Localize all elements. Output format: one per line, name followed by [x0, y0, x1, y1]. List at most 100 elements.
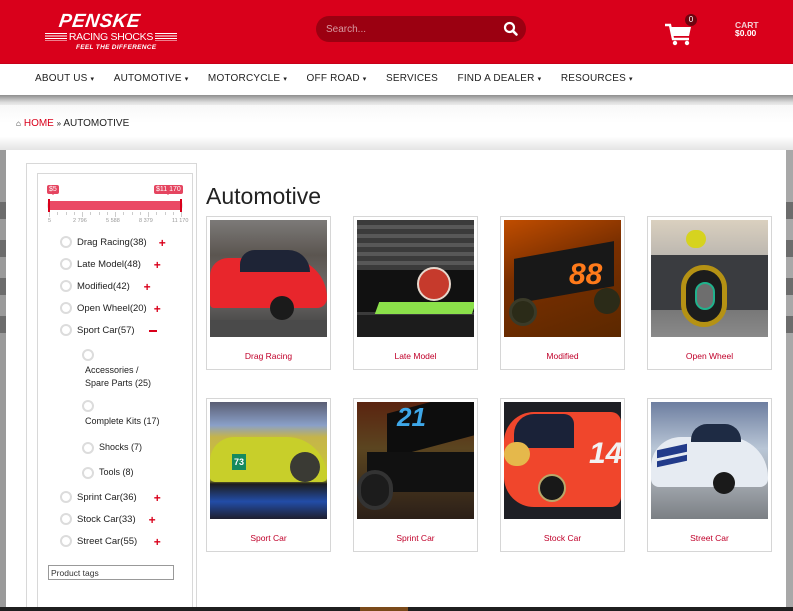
slider-tick — [90, 212, 92, 215]
expand-plus-icon[interactable]: + — [154, 259, 161, 271]
penske-logo[interactable]: PENSKE RACING SHOCKS FEEL THE DIFFERENCE — [42, 11, 182, 53]
slider-tick — [181, 212, 182, 217]
page-title: Automotive — [206, 183, 322, 209]
collapse-minus-icon[interactable] — [148, 330, 157, 332]
breadcrumb-bar: ⌂ HOME » AUTOMOTIVE — [0, 105, 793, 150]
category-count: (33) — [118, 514, 136, 525]
nav-item-off-road[interactable]: OFF ROAD ▾ — [307, 73, 367, 84]
subcategory-item[interactable]: Accessories / — [85, 365, 139, 375]
expand-plus-icon[interactable]: + — [154, 492, 161, 504]
category-item[interactable]: Sport Car(57) — [77, 325, 135, 336]
product-image[interactable] — [357, 220, 474, 337]
nav-item-services[interactable]: SERVICES — [386, 73, 438, 84]
subcategory-radio[interactable] — [82, 349, 94, 361]
product-image[interactable] — [651, 402, 768, 519]
subcategory-item[interactable]: Shocks (7) — [99, 442, 142, 452]
expand-plus-icon[interactable]: + — [149, 514, 156, 526]
site-header: PENSKE RACING SHOCKS FEEL THE DIFFERENCE… — [0, 0, 793, 63]
product-image[interactable]: 14 — [504, 402, 621, 519]
slider-tick — [82, 212, 83, 217]
category-radio[interactable] — [60, 491, 72, 503]
product-image[interactable] — [210, 220, 327, 337]
product-card-sprint-car[interactable]: 21 Sprint Car — [353, 398, 478, 552]
nav-item-label: ABOUT US — [35, 73, 88, 84]
product-card-stock-car[interactable]: 14 Stock Car — [500, 398, 625, 552]
product-card-sport-car[interactable]: 73 Sport Car — [206, 398, 331, 552]
slider-tick — [115, 212, 116, 217]
breadcrumb: ⌂ HOME » AUTOMOTIVE — [16, 118, 129, 129]
nav-item-find-a-dealer[interactable]: FIND A DEALER ▾ — [458, 73, 542, 84]
nav-item-resources[interactable]: RESOURCES ▾ — [561, 73, 633, 84]
category-item[interactable]: Street Car(55) — [77, 536, 137, 547]
category-item[interactable]: Sprint Car(36) — [77, 492, 137, 503]
category-count: (38) — [129, 237, 147, 248]
breadcrumb-current: AUTOMOTIVE — [63, 118, 130, 129]
caret-down-icon: ▾ — [537, 76, 542, 83]
product-name-link[interactable]: Street Car — [648, 533, 771, 543]
slider-tick-label: 11 170 — [172, 218, 189, 224]
product-tags-input[interactable] — [48, 565, 174, 580]
product-card-late-model[interactable]: Late Model — [353, 216, 478, 370]
slider-tick — [73, 212, 75, 215]
category-radio[interactable] — [60, 324, 72, 336]
expand-plus-icon[interactable]: + — [144, 281, 151, 293]
slider-tick — [57, 212, 59, 215]
cart-summary[interactable]: CART $0.00 — [735, 21, 759, 38]
price-slider-max-handle[interactable] — [180, 199, 182, 212]
product-name-link[interactable]: Stock Car — [501, 533, 624, 543]
price-slider-fill — [49, 201, 181, 210]
category-label: Stock Car — [77, 514, 119, 525]
search-bar — [316, 16, 526, 42]
slider-tick — [49, 212, 50, 217]
subcategory-radio[interactable] — [82, 400, 94, 412]
subcategory-item[interactable]: Complete Kits (17) — [85, 416, 160, 426]
product-card-street-car[interactable]: Street Car — [647, 398, 772, 552]
category-radio[interactable] — [60, 535, 72, 547]
product-name-link[interactable]: Open Wheel — [648, 351, 771, 361]
product-name-link[interactable]: Modified — [501, 351, 624, 361]
product-name-link[interactable]: Drag Racing — [207, 351, 330, 361]
category-radio[interactable] — [60, 280, 72, 292]
expand-plus-icon[interactable]: + — [159, 237, 166, 249]
category-item[interactable]: Stock Car(33) — [77, 514, 136, 525]
category-label: Modified — [77, 281, 113, 292]
product-card-open-wheel[interactable]: Open Wheel — [647, 216, 772, 370]
category-item[interactable]: Modified(42) — [77, 281, 130, 292]
nav-item-label: RESOURCES — [560, 73, 626, 84]
product-name-link[interactable]: Sprint Car — [354, 533, 477, 543]
expand-plus-icon[interactable]: + — [154, 303, 161, 315]
nav-item-about-us[interactable]: ABOUT US ▾ — [35, 73, 94, 84]
nav-item-automotive[interactable]: AUTOMOTIVE ▾ — [114, 73, 189, 84]
category-item[interactable]: Open Wheel(20) — [77, 303, 147, 314]
slider-tick — [172, 212, 174, 215]
nav-item-motorcycle[interactable]: MOTORCYCLE ▾ — [208, 73, 287, 84]
slider-tick-label: 8 379 — [139, 218, 153, 224]
slider-tick — [106, 212, 108, 215]
category-radio[interactable] — [60, 302, 72, 314]
category-radio[interactable] — [60, 258, 72, 270]
subcategory-radio[interactable] — [82, 442, 94, 454]
search-input[interactable] — [326, 20, 496, 38]
product-name-link[interactable]: Sport Car — [207, 533, 330, 543]
subcategory-radio[interactable] — [82, 467, 94, 479]
product-image[interactable]: 21 — [357, 402, 474, 519]
price-slider-min-handle[interactable] — [48, 199, 50, 212]
product-name-link[interactable]: Late Model — [354, 351, 477, 361]
product-image[interactable] — [651, 220, 768, 337]
category-radio[interactable] — [60, 513, 72, 525]
cart-count-badge: 0 — [685, 14, 697, 26]
subcategory-item[interactable]: Tools (8) — [99, 467, 134, 477]
category-item[interactable]: Drag Racing(38) — [77, 237, 147, 248]
product-card-modified[interactable]: 88 Modified — [500, 216, 625, 370]
category-item[interactable]: Late Model(48) — [77, 259, 141, 270]
product-image[interactable]: 88 — [504, 220, 621, 337]
category-radio[interactable] — [60, 236, 72, 248]
search-button[interactable] — [502, 20, 520, 38]
subcategory-item[interactable]: Spare Parts (25) — [85, 378, 151, 388]
expand-plus-icon[interactable]: + — [154, 536, 161, 548]
product-image[interactable]: 73 — [210, 402, 327, 519]
breadcrumb-home-link[interactable]: HOME — [24, 118, 54, 129]
product-card-drag-racing[interactable]: Drag Racing — [206, 216, 331, 370]
nav-item-label: MOTORCYCLE — [207, 73, 281, 84]
category-label: Open Wheel — [77, 303, 130, 314]
